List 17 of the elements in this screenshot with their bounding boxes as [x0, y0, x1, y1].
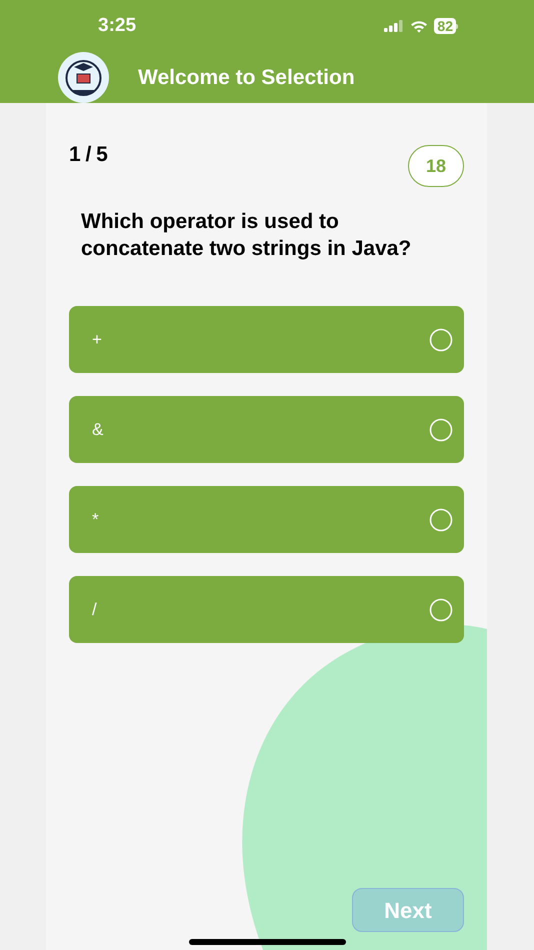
radio-icon	[429, 328, 453, 352]
question-number: 1 / 5	[69, 142, 108, 168]
answer-option[interactable]: /	[69, 576, 464, 643]
signal-icon	[384, 20, 404, 32]
answer-option[interactable]: &	[69, 396, 464, 463]
radio-icon	[429, 508, 453, 532]
wifi-icon	[410, 20, 428, 32]
answer-option[interactable]: +	[69, 306, 464, 373]
question-text: Which operator is used to concatenate two strings in Java?	[81, 209, 412, 262]
answer-option[interactable]: *	[69, 486, 464, 553]
battery-icon: 82	[434, 18, 458, 34]
radio-icon	[429, 598, 453, 622]
header-title: Welcome to Selection	[138, 64, 355, 91]
radio-icon	[429, 418, 453, 442]
status-time: 3:25	[98, 14, 136, 38]
school-emblem-logo	[58, 52, 109, 103]
countdown-timer: 18	[408, 145, 464, 187]
